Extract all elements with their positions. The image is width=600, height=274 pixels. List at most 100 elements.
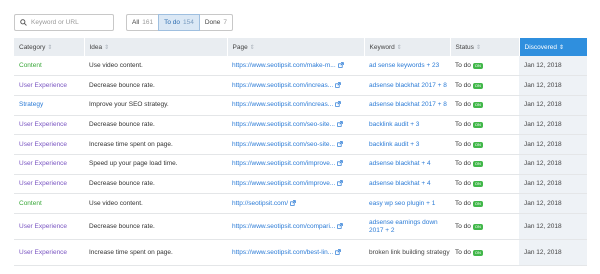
status-text: To do <box>455 81 471 89</box>
status-badge[interactable]: ON <box>472 102 483 109</box>
column-header-keyword[interactable]: Keyword ⇕ <box>364 38 451 56</box>
discovered-cell: Jan 12, 2018 <box>519 193 587 214</box>
filter-count: 154 <box>183 19 194 26</box>
table-row: Strategy Improve your SEO strategy. https:… <box>14 95 587 116</box>
keyword-link[interactable]: backlink audit + 3 <box>369 121 419 128</box>
page-link[interactable]: https://www.seotipsit.com/increas... <box>232 101 333 108</box>
keyword-link[interactable]: adsense blackhat + 4 <box>369 180 431 187</box>
table-header-row: Category ⇕ Idea ⇕ Page ⇕ Keyword ⇕ Status ⇕ D… <box>14 38 588 56</box>
page-link[interactable]: https://www.seotipsit.com/improve... <box>232 180 335 187</box>
idea-cell: Use video content. <box>84 193 227 214</box>
page-link[interactable]: https://www.seotipsit.com/seo-site... <box>232 141 335 148</box>
column-header-discovered[interactable]: Discovered ⇕ <box>519 38 588 56</box>
keyword-link[interactable]: adsense blackhat 2017 + 8 <box>369 101 447 108</box>
status-badge[interactable]: ON <box>472 200 483 207</box>
page-link[interactable]: https://www.seotipsit.com/increas... <box>232 82 333 89</box>
filter-done-button[interactable]: Done 7 <box>198 14 234 31</box>
category-label[interactable]: Content <box>19 200 42 207</box>
page-link[interactable]: http://seotipsit.com/ <box>232 200 288 207</box>
status-badge[interactable]: ON <box>472 82 483 89</box>
category-label[interactable]: User Experience <box>19 141 67 148</box>
column-header-status[interactable]: Status ⇕ <box>450 38 520 56</box>
filter-todo-button[interactable]: To do 154 <box>158 14 200 31</box>
status-badge[interactable]: ON <box>472 121 483 128</box>
external-link-icon[interactable] <box>335 248 341 255</box>
status-badge[interactable]: ON <box>472 161 483 168</box>
keyword-cell: adsense blackhat + 4 <box>364 174 450 195</box>
status-badge[interactable]: ON <box>472 223 483 230</box>
discovered-date: Jan 12, 2018 <box>524 199 562 207</box>
keyword-link[interactable]: easy wp seo plugin + 1 <box>369 200 435 207</box>
external-link-icon[interactable] <box>337 121 343 127</box>
category-label[interactable]: User Experience <box>19 249 67 256</box>
discovered-date: Jan 12, 2018 <box>524 81 562 89</box>
external-link-icon[interactable] <box>337 61 344 68</box>
discovered-date: Jan 12, 2018 <box>524 61 562 69</box>
category-label[interactable]: User Experience <box>19 82 67 89</box>
status-cell: To do ON <box>450 134 519 155</box>
page-link[interactable]: https://www.seotipsit.com/improve... <box>232 160 335 167</box>
external-link-icon[interactable] <box>337 140 343 147</box>
keyword-link[interactable]: adsense blackhat 2017 + 8 <box>369 82 447 89</box>
sort-icon: ⇕ <box>249 44 255 51</box>
table-row: User Experience Decrease bounce rate. http… <box>14 213 587 240</box>
search-box[interactable] <box>14 14 114 31</box>
idea-cell: Decrease bounce rate. <box>84 75 227 96</box>
keyword-link[interactable]: adsense earnings down 2017 + 2 <box>369 219 438 234</box>
status-cell: To do ON <box>450 115 519 136</box>
idea-text: Improve your SEO strategy. <box>89 101 169 109</box>
column-header-category[interactable]: Category ⇕ <box>14 38 85 56</box>
filter-all-button[interactable]: All 161 <box>126 14 160 31</box>
keyword-cell: adsense earnings down 2017 + 2 <box>364 213 450 240</box>
status-badge[interactable]: ON <box>472 62 483 69</box>
page-link[interactable]: https://www.seotipsit.com/compari... <box>232 223 335 230</box>
idea-text: Decrease bounce rate. <box>89 222 155 230</box>
status-badge[interactable]: ON <box>472 249 483 256</box>
external-link-icon[interactable] <box>335 101 341 107</box>
category-label[interactable]: User Experience <box>19 223 67 230</box>
external-link-icon[interactable] <box>335 81 341 88</box>
discovered-date: Jan 12, 2018 <box>524 160 562 168</box>
external-link-icon[interactable] <box>337 222 344 229</box>
discovered-cell: Jan 12, 2018 <box>519 213 587 240</box>
category-label[interactable]: Strategy <box>19 101 43 108</box>
page-cell: https://www.seotipsit.com/increas... <box>227 95 364 116</box>
idea-cell: Decrease bounce rate. <box>84 115 227 136</box>
sort-icon: ⇕ <box>104 44 110 51</box>
status-text: To do <box>455 222 471 230</box>
category-cell: Content <box>14 193 84 214</box>
toolbar: All161 To do154 Done7 <box>14 14 234 31</box>
category-label[interactable]: User Experience <box>19 160 67 167</box>
keyword-cell: adsense blackhat 2017 + 8 <box>364 95 450 116</box>
keyword-link[interactable]: backlink audit + 3 <box>369 141 419 148</box>
page-link[interactable]: https://www.seotipsit.com/seo-site... <box>232 121 335 128</box>
status-badge[interactable]: ON <box>472 180 483 187</box>
table-row: User Experience Increase time spent on pa… <box>14 239 587 266</box>
status-badge[interactable]: ON <box>472 141 483 148</box>
keyword-cell: backlink audit + 3 <box>364 115 450 136</box>
idea-text: Increase time spent on page. <box>89 248 173 256</box>
external-link-icon[interactable] <box>337 160 344 167</box>
discovered-cell: Jan 12, 2018 <box>519 75 587 96</box>
keyword-link[interactable]: adsense blackhat + 4 <box>369 160 431 167</box>
external-link-icon[interactable] <box>290 199 296 206</box>
column-header-page[interactable]: Page ⇕ <box>227 38 365 56</box>
status-cell: To do ON <box>450 174 519 195</box>
page-link[interactable]: https://www.seotipsit.com/make-m... <box>232 62 336 69</box>
search-input[interactable] <box>31 19 111 26</box>
category-label[interactable]: User Experience <box>19 180 67 187</box>
table-row: Content Use video content. https://www.seo… <box>14 56 587 77</box>
table-row: User Experience Speed up your page load t… <box>14 154 587 175</box>
discovered-cell: Jan 12, 2018 <box>519 239 587 266</box>
category-label[interactable]: User Experience <box>19 121 67 128</box>
keyword-link[interactable]: ad sense keywords + 23 <box>369 62 439 69</box>
idea-cell: Improve your SEO strategy. <box>84 95 227 116</box>
category-label[interactable]: Content <box>19 62 42 69</box>
column-label: Idea <box>89 43 103 51</box>
idea-cell: Increase time spent on page. <box>84 239 227 266</box>
idea-text: Decrease bounce rate. <box>89 179 155 187</box>
external-link-icon[interactable] <box>337 180 344 186</box>
page-link[interactable]: https://www.seotipsit.com/best-lin... <box>232 249 333 256</box>
status-cell: To do ON <box>450 213 519 240</box>
column-header-idea[interactable]: Idea ⇕ <box>84 38 228 56</box>
